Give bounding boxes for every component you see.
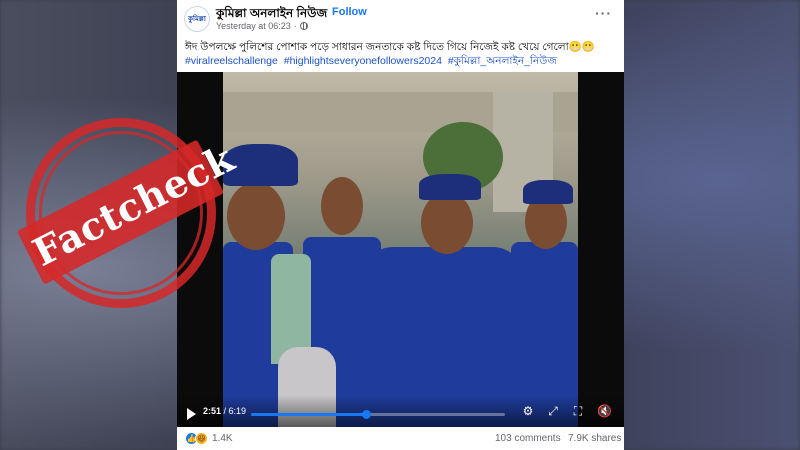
separator-dot-meta: · xyxy=(293,21,297,31)
follow-button[interactable]: Follow xyxy=(332,6,367,18)
officer-center-cap xyxy=(419,174,481,200)
progress-bar[interactable] xyxy=(251,410,505,419)
video-frame xyxy=(223,72,578,427)
post-header: কুমিল্লা কুমিল্লা অনলাইন নিউজ · Follow Y… xyxy=(177,0,624,40)
comments-count[interactable]: 103 comments xyxy=(495,433,561,444)
officer-center-head xyxy=(421,192,473,254)
post-caption: ঈদ উপলক্ষে পুলিশের পোশাক পড়ে সাধারন জনত… xyxy=(185,41,595,53)
video-controls: 2:51 / 6:19 ⚙ ⤢ ⛶ 🔇 xyxy=(177,395,624,427)
hashtag-link[interactable]: #কুমিল্লা_অনলাইন_নিউজ xyxy=(448,55,557,67)
settings-gear-icon[interactable]: ⚙ xyxy=(521,404,535,418)
reactions-summary[interactable]: 👍 😆 1.4K xyxy=(185,432,233,445)
hashtag-link[interactable]: #viralreelschallenge xyxy=(185,55,278,67)
reaction-count: 1.4K xyxy=(212,433,233,444)
video-time: 2:51 / 6:19 xyxy=(203,406,247,416)
progress-handle[interactable] xyxy=(361,410,371,419)
facebook-post-card: কুমিল্লা কুমিল্লা অনলাইন নিউজ · Follow Y… xyxy=(177,0,624,450)
progress-fill xyxy=(251,413,366,416)
officer-right-cap xyxy=(523,180,573,204)
expand-icon[interactable]: ⤢ xyxy=(546,404,560,418)
post-meta: Yesterday at 06:23 · xyxy=(216,21,308,31)
officer-back-head xyxy=(321,177,363,235)
shares-count[interactable]: 7.9K shares xyxy=(568,433,621,444)
avatar-logo-text: কুমিল্লা xyxy=(188,15,206,23)
separator-dot: · xyxy=(323,5,327,17)
hashtag-link[interactable]: #highlightseveryonefollowers2024 xyxy=(284,55,442,67)
post-footer: 👍 😆 1.4K 103 comments 7.9K shares xyxy=(177,427,624,450)
post-hashtags: #viralreelschallenge #highlightseveryone… xyxy=(185,54,617,69)
duration: 6:19 xyxy=(228,406,247,416)
more-options-icon[interactable]: ··· xyxy=(595,6,612,20)
fullscreen-icon[interactable]: ⛶ xyxy=(571,404,585,418)
current-time: 2:51 xyxy=(203,406,222,416)
play-icon[interactable] xyxy=(187,408,196,420)
page-avatar[interactable]: কুমিল্লা xyxy=(184,6,210,32)
globe-icon xyxy=(299,22,308,30)
haha-reaction-icon: 😆 xyxy=(195,432,208,445)
post-timestamp[interactable]: Yesterday at 06:23 xyxy=(216,21,291,31)
mute-icon[interactable]: 🔇 xyxy=(597,404,612,418)
